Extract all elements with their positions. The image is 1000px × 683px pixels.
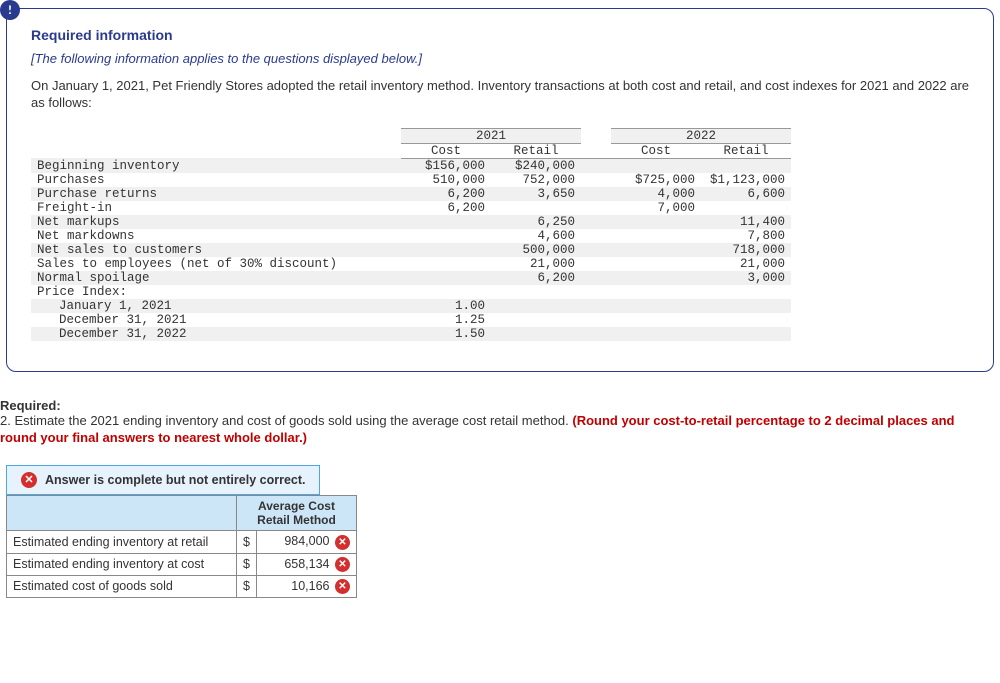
answer-table: Average Cost Retail Method Estimated end… — [6, 495, 357, 598]
incorrect-icon: ✕ — [335, 579, 350, 594]
row-net-markups: Net markups — [31, 215, 401, 229]
question-section: Required: 2. Estimate the 2021 ending in… — [0, 398, 994, 447]
row-jan-1-2021: January 1, 2021 — [31, 299, 401, 313]
row-cost-of-goods-sold: Estimated cost of goods sold — [7, 575, 237, 597]
currency-symbol: $ — [237, 531, 257, 553]
row-dec-31-2022: December 31, 2022 — [31, 327, 401, 341]
retail-header-2021: Retail — [491, 143, 581, 158]
row-freight-in: Freight-in — [31, 201, 401, 215]
answer-table-header: Average Cost Retail Method — [237, 495, 357, 531]
row-normal-spoilage: Normal spoilage — [31, 271, 401, 285]
answer-status-banner: ✕ Answer is complete but not entirely co… — [6, 465, 320, 495]
retail-header-2022: Retail — [701, 143, 791, 158]
incorrect-icon: ✕ — [335, 535, 350, 550]
row-purchases: Purchases — [31, 173, 401, 187]
cost-header-2021: Cost — [401, 143, 491, 158]
inventory-data-table: 2021 2022 Cost Retail Cost Retail Beginn… — [31, 128, 791, 341]
required-body: On January 1, 2021, Pet Friendly Stores … — [31, 78, 969, 112]
row-net-markdowns: Net markdowns — [31, 229, 401, 243]
row-beginning-inventory: Beginning inventory — [31, 158, 401, 173]
required-label: Required: — [0, 398, 994, 413]
row-purchase-returns: Purchase returns — [31, 187, 401, 201]
x-circle-icon: ✕ — [21, 472, 37, 488]
row-price-index: Price Index: — [31, 285, 401, 299]
row-dec-31-2021: December 31, 2021 — [31, 313, 401, 327]
year-2022-header: 2022 — [611, 128, 791, 143]
currency-symbol: $ — [237, 575, 257, 597]
ending-inventory-retail-input[interactable]: 984,000 ✕ — [257, 531, 357, 553]
row-ending-inventory-cost: Estimated ending inventory at cost — [7, 553, 237, 575]
row-employee-sales: Sales to employees (net of 30% discount) — [31, 257, 401, 271]
required-info-box: Required information [The following info… — [6, 8, 994, 372]
currency-symbol: $ — [237, 553, 257, 575]
cost-header-2022: Cost — [611, 143, 701, 158]
row-net-sales: Net sales to customers — [31, 243, 401, 257]
incorrect-icon: ✕ — [335, 557, 350, 572]
year-2021-header: 2021 — [401, 128, 581, 143]
required-heading: Required information — [31, 27, 969, 43]
required-subheading: [The following information applies to th… — [31, 51, 969, 66]
row-ending-inventory-retail: Estimated ending inventory at retail — [7, 531, 237, 553]
cost-of-goods-sold-input[interactable]: 10,166 ✕ — [257, 575, 357, 597]
ending-inventory-cost-input[interactable]: 658,134 ✕ — [257, 553, 357, 575]
answer-status-text: Answer is complete but not entirely corr… — [45, 473, 305, 487]
question-text: 2. Estimate the 2021 ending inventory an… — [0, 413, 572, 428]
